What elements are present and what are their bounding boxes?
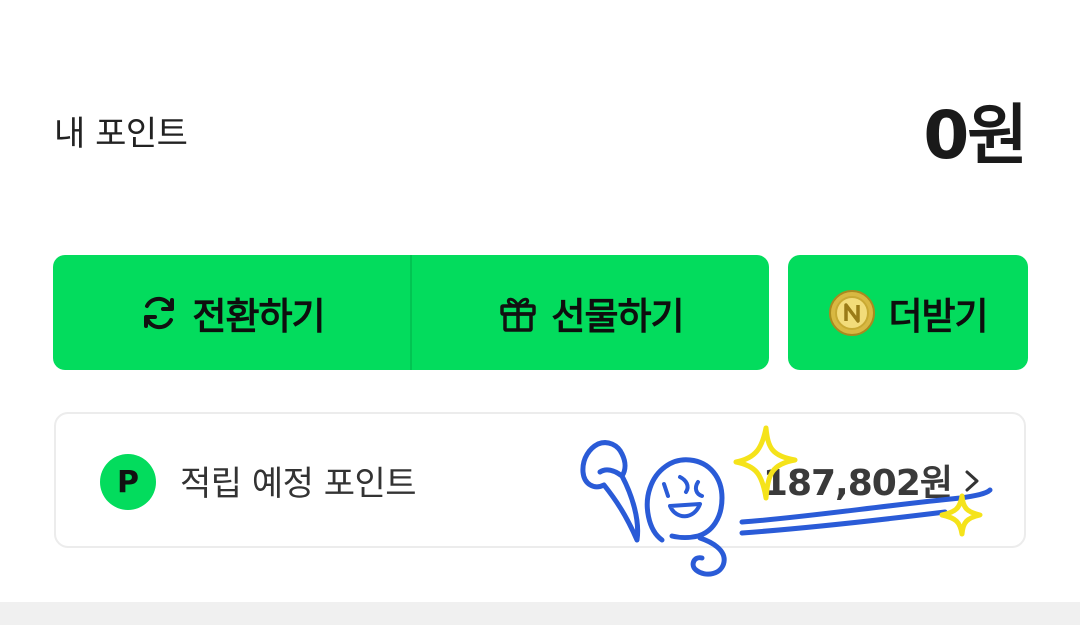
pending-points-amount: 187,802원 — [762, 463, 953, 504]
refresh-icon — [138, 292, 180, 334]
points-action-group: 전환하기 선물하기 — [53, 255, 769, 370]
n-coin-icon — [828, 289, 876, 337]
my-points-row: 내 포인트 0원 — [54, 88, 1028, 174]
gift-icon — [497, 292, 539, 334]
pending-points-label: 적립 예정 포인트 — [180, 463, 417, 504]
point-badge: P — [100, 454, 156, 510]
earn-more-button[interactable]: 더받기 — [788, 255, 1028, 370]
earn-more-button-label: 더받기 — [888, 294, 988, 338]
convert-button[interactable]: 전환하기 — [53, 255, 410, 370]
points-screen: 내 포인트 0원 전환하기 선물하기 더받기 P 적립 예정 포인트 187,8… — [0, 0, 1080, 625]
gift-button[interactable]: 선물하기 — [412, 255, 769, 370]
my-points-label: 내 포인트 — [54, 113, 188, 154]
my-points-value: 0원 — [923, 97, 1028, 174]
chevron-right-icon — [964, 469, 980, 497]
convert-button-label: 전환하기 — [192, 294, 325, 338]
section-divider — [0, 602, 1080, 625]
gift-button-label: 선물하기 — [551, 294, 684, 338]
pending-points-card[interactable]: P 적립 예정 포인트 187,802원 — [54, 412, 1026, 548]
